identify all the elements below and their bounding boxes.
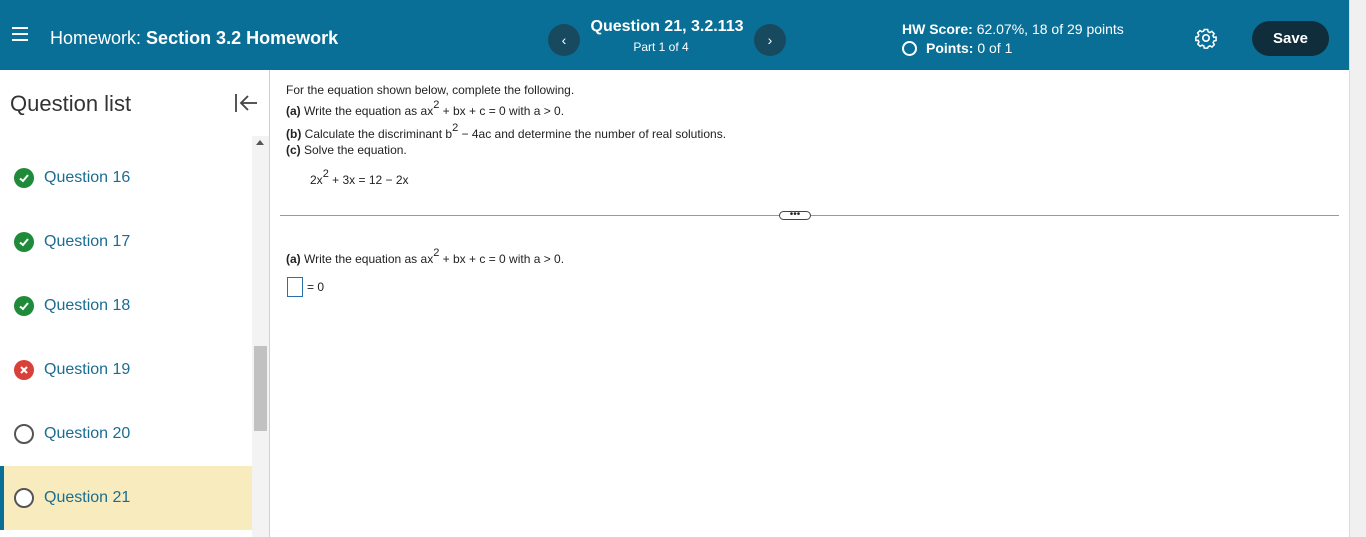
question-list-panel: Question list Question 16 Question 17 Qu…	[0, 70, 270, 537]
question-item-label: Question 17	[44, 233, 131, 250]
question-item-label: Question 21	[44, 489, 131, 506]
question-item-label: Question 19	[44, 361, 131, 378]
hw-score: HW Score: 62.07%, 18 of 29 points	[902, 21, 1124, 37]
hw-score-value: 62.07%, 18 of 29 points	[976, 21, 1124, 37]
question-list-title: Question list	[10, 91, 132, 116]
answer-prompt-text: Write the equation as ax	[300, 252, 434, 266]
save-button[interactable]: Save	[1252, 21, 1329, 56]
answer-suffix: = 0	[307, 280, 325, 294]
question-item-label: Question 18	[44, 297, 131, 314]
next-question-button[interactable]: ›	[754, 24, 786, 56]
scrollbar-thumb[interactable]	[254, 346, 267, 431]
question-part: Part 1 of 4	[633, 40, 689, 54]
x-icon	[14, 360, 34, 380]
instruction-a-label: (a)	[286, 104, 301, 118]
given-equation: 2x2 + 3x = 12 − 2x	[310, 168, 409, 187]
question-item-label: Question 16	[44, 169, 131, 186]
page-scrollbar[interactable]	[1349, 0, 1366, 537]
answer-input[interactable]	[287, 277, 303, 297]
instruction-b-rest: − 4ac and determine the number of real s…	[458, 127, 727, 141]
answer-prompt-rest: + bx + c = 0 with a > 0.	[439, 252, 565, 266]
exponent: 2	[433, 99, 440, 111]
instruction-c-label: (c)	[286, 143, 301, 157]
exponent: 2	[433, 247, 440, 259]
points-value: 0 of 1	[977, 40, 1013, 56]
question-list-scrollbar[interactable]	[252, 136, 269, 537]
answer-prompt: (a) Write the equation as ax2 + bx + c =…	[286, 247, 565, 266]
equation-left: 2x	[310, 173, 323, 187]
instruction-b: (b) Calculate the discriminant b2 − 4ac …	[286, 122, 727, 141]
question-item-16[interactable]: Question 16	[0, 146, 252, 210]
exponent: 2	[322, 168, 329, 180]
question-content: For the equation shown below, complete t…	[270, 70, 1349, 537]
question-item-17[interactable]: Question 17	[0, 210, 252, 274]
homework-name: Section 3.2 Homework	[146, 28, 339, 48]
check-icon	[14, 168, 34, 188]
question-item-21[interactable]: Question 21	[0, 466, 252, 530]
instruction-c: (c) Solve the equation.	[286, 143, 407, 157]
instruction-a-text: Write the equation as ax	[300, 104, 434, 118]
circle-icon	[14, 488, 34, 508]
collapse-left-icon[interactable]	[233, 92, 259, 114]
question-title: Question 21, 3.2.113	[590, 18, 744, 35]
gear-icon[interactable]	[1195, 27, 1217, 49]
points: Points: 0 of 1	[902, 40, 1012, 56]
homework-label: Homework:	[50, 28, 142, 48]
instruction-a: (a) Write the equation as ax2 + bx + c =…	[286, 99, 565, 118]
equation-rest: + 3x = 12 − 2x	[328, 173, 409, 187]
answer-prompt-label: (a)	[286, 252, 301, 266]
hw-score-label: HW Score:	[902, 21, 973, 37]
points-label: Points:	[926, 40, 974, 56]
question-item-19[interactable]: Question 19	[0, 338, 252, 402]
question-item-18[interactable]: Question 18	[0, 274, 252, 338]
header-bar: Homework: Section 3.2 Homework ‹ Questio…	[0, 0, 1349, 70]
instruction-b-label: (b)	[286, 127, 302, 141]
question-item-label: Question 20	[44, 425, 131, 442]
menu-icon[interactable]	[12, 27, 28, 41]
check-icon	[14, 296, 34, 316]
exponent: 2	[452, 122, 459, 134]
scroll-up-icon[interactable]	[256, 140, 264, 145]
check-icon	[14, 232, 34, 252]
circle-icon	[902, 40, 917, 56]
expand-dots-button[interactable]: •••	[779, 210, 811, 220]
question-item-20[interactable]: Question 20	[0, 402, 252, 466]
chevron-right-icon: ›	[767, 32, 773, 48]
homework-title: Homework: Section 3.2 Homework	[50, 28, 338, 49]
question-intro: For the equation shown below, complete t…	[286, 83, 575, 97]
instruction-a-rest: + bx + c = 0 with a > 0.	[439, 104, 565, 118]
instruction-c-text: Solve the equation.	[300, 143, 407, 157]
instruction-b-text: Calculate the discriminant b	[301, 127, 453, 141]
circle-icon	[14, 424, 34, 444]
